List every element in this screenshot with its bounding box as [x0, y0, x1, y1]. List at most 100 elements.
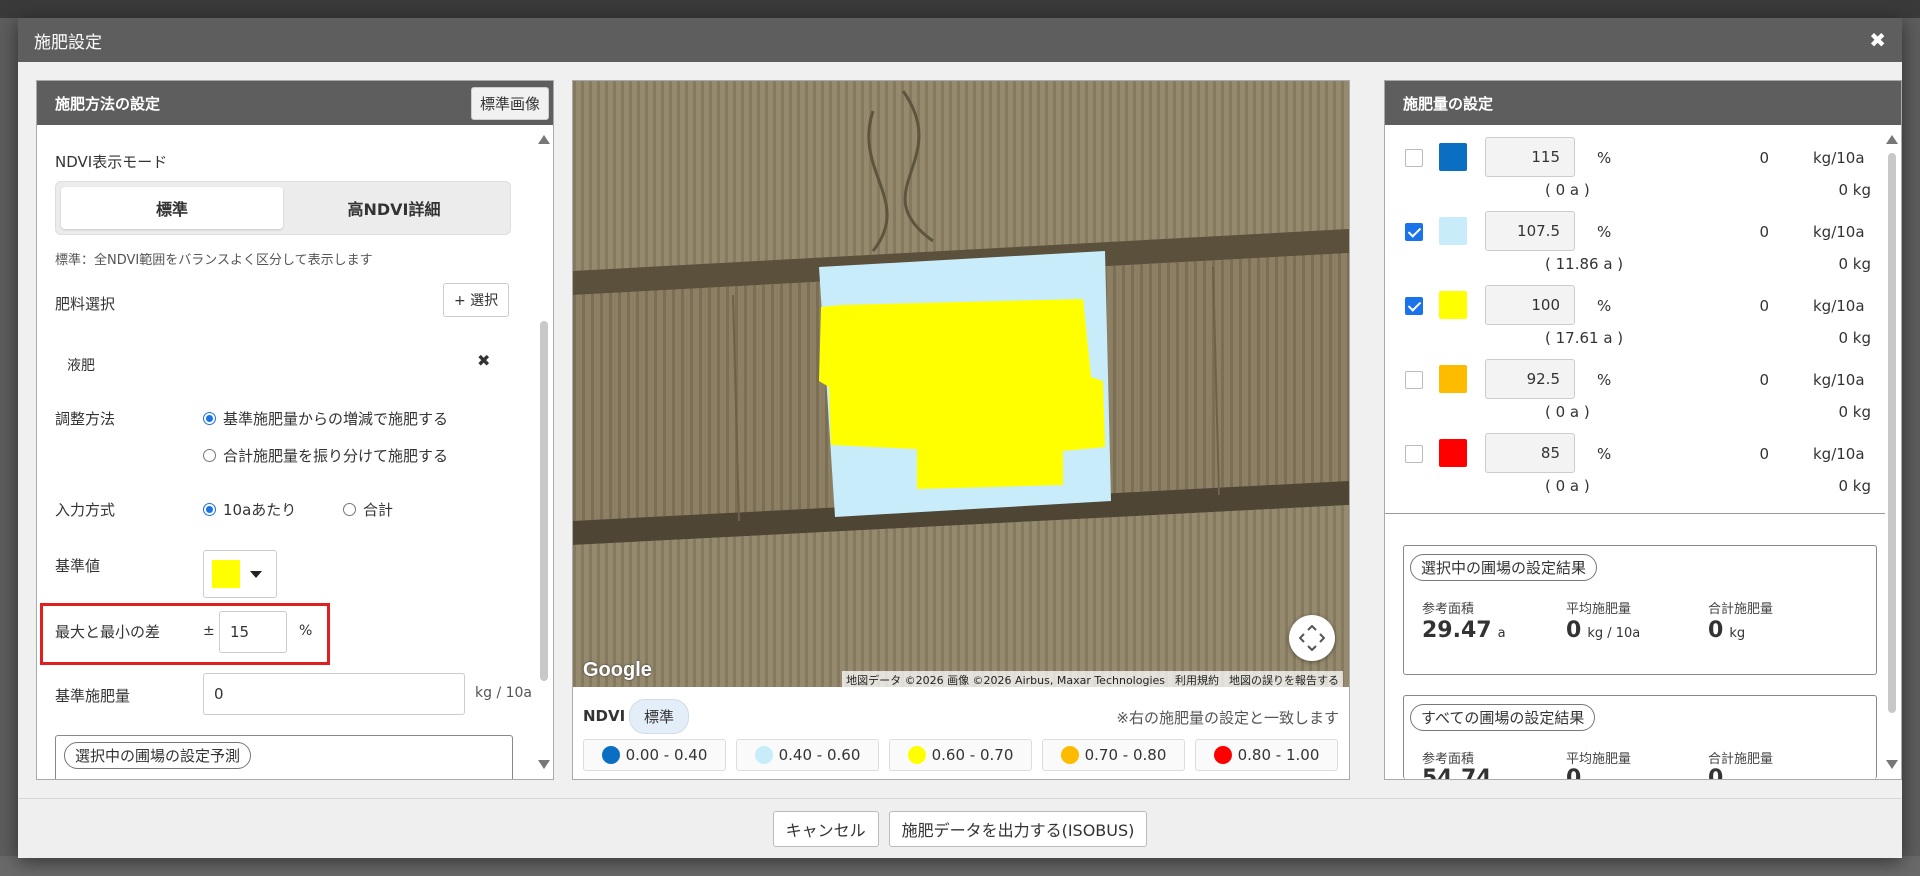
rate-divider — [1385, 513, 1885, 514]
rate-row-total: 0 kg — [1838, 403, 1871, 421]
rate-settings-panel: 施肥量の設定 115 % ( 0 a ) 0 kg/10a 0 kg 107.5… — [1384, 80, 1902, 780]
remove-fertilizer-icon[interactable]: ✖ — [477, 351, 490, 370]
adjust-option-distribute[interactable]: 合計施肥量を振り分けて施肥する — [203, 445, 448, 466]
standard-image-button[interactable]: 標準画像 — [470, 86, 549, 120]
rate-row-percent-input[interactable]: 85 — [1485, 433, 1575, 473]
legend-dot — [1060, 746, 1079, 764]
input-option-per-10a-label: 10aあたり — [223, 501, 297, 519]
map-move-button[interactable] — [1289, 615, 1335, 661]
input-option-per-10a[interactable]: 10aあたり — [203, 499, 296, 520]
selected-total-unit: kg — [1729, 626, 1746, 641]
percent-unit: % — [1597, 445, 1612, 463]
satellite-imagery — [573, 81, 1349, 687]
modal-footer: キャンセル 施肥データを出力する(ISOBUS) — [18, 798, 1902, 858]
legend-item: 0.60 - 0.70 — [889, 739, 1032, 771]
chevron-down-icon — [250, 570, 262, 578]
rate-row-checkbox[interactable] — [1405, 445, 1423, 463]
rate-row-swatch — [1439, 439, 1467, 467]
legend-dot — [601, 746, 620, 764]
scroll-up-icon[interactable] — [1886, 135, 1898, 144]
cancel-button[interactable]: キャンセル — [772, 810, 879, 847]
rate-row-percent-input[interactable]: 115 — [1485, 137, 1575, 177]
rate-row: 115 % ( 0 a ) 0 kg/10a 0 kg — [1385, 125, 1885, 199]
scroll-down-icon[interactable] — [538, 760, 550, 769]
left-scrollbar[interactable] — [537, 129, 551, 775]
terms-link[interactable]: 利用規約 — [1175, 672, 1219, 687]
all-avg-label: 平均施肥量 — [1566, 752, 1632, 767]
legend-label: 0.70 - 0.80 — [1084, 746, 1167, 764]
rate-row-swatch — [1439, 217, 1467, 245]
export-isobus-button[interactable]: 施肥データを出力する(ISOBUS) — [888, 810, 1148, 847]
ndvi-mode-high-detail[interactable]: 高NDVI詳細 — [283, 187, 505, 229]
rate-row-percent-input[interactable]: 107.5 — [1485, 211, 1575, 251]
rate-row: 100 % ( 17.61 a ) 0 kg/10a 0 kg — [1385, 273, 1885, 347]
rate-row-checkbox[interactable] — [1405, 297, 1423, 315]
all-total-label: 合計施肥量 — [1708, 752, 1774, 767]
rate-row-percent-input[interactable]: 100 — [1485, 285, 1575, 325]
all-area-label: 参考面積 — [1422, 752, 1475, 767]
select-fertilizer-button[interactable]: + 選択 — [443, 283, 510, 317]
right-scrollbar[interactable] — [1885, 129, 1899, 775]
rate-row-checkbox[interactable] — [1405, 149, 1423, 167]
rate-row-checkbox[interactable] — [1405, 371, 1423, 389]
scroll-thumb[interactable] — [540, 321, 548, 681]
rate-row-swatch — [1439, 291, 1467, 319]
satellite-map[interactable]: Google 地図データ ©2026 画像 ©2026 Airbus, Maxa… — [573, 81, 1349, 687]
report-error-link[interactable]: 地図の誤りを報告する — [1229, 672, 1339, 687]
rate-row-total: 0 kg — [1838, 329, 1871, 347]
adjust-method-label: 調整方法 — [55, 410, 116, 428]
ndvi-mode-toggle: 標準 高NDVI詳細 — [55, 181, 511, 235]
ndvi-mode-badge: 標準 — [629, 699, 690, 734]
legend-dot — [1213, 746, 1232, 764]
all-avg-value: 0 — [1566, 766, 1582, 779]
scroll-down-icon[interactable] — [1886, 760, 1898, 769]
percent-unit: % — [1597, 149, 1612, 167]
rate-row-rate: 0 — [1759, 297, 1769, 315]
rate-row-total: 0 kg — [1838, 181, 1871, 199]
base-value-label: 基準値 — [55, 557, 101, 575]
selected-result-box: 選択中の圃場の設定結果 参考面積 29.47 a 平均施肥量 0 kg / 10a … — [1403, 545, 1877, 675]
diff-input[interactable]: 15 — [219, 611, 287, 653]
selected-area-label: 参考面積 — [1422, 602, 1475, 617]
base-amount-unit: kg / 10a — [475, 685, 533, 701]
rate-row-area: ( 17.61 a ) — [1545, 329, 1624, 347]
rate-row-percent-input[interactable]: 92.5 — [1485, 359, 1575, 399]
background-app-footer — [0, 856, 1920, 876]
close-icon[interactable]: ✖ — [1869, 28, 1886, 52]
input-option-total-label: 合計 — [363, 501, 394, 519]
ndvi-sync-note: ※右の施肥量の設定と一致します — [1116, 709, 1339, 727]
method-settings-header: 施肥方法の設定 標準画像 — [37, 81, 553, 125]
legend-dot — [907, 746, 926, 764]
legend-item: 0.70 - 0.80 — [1042, 739, 1185, 771]
selected-total-value: 0 kg — [1708, 618, 1745, 643]
base-amount-input[interactable]: 0 — [203, 673, 465, 715]
rate-row-rate: 0 — [1759, 223, 1769, 241]
rate-row: 85 % ( 0 a ) 0 kg/10a 0 kg — [1385, 421, 1885, 495]
selected-avg-number: 0 — [1566, 618, 1582, 643]
selected-result-title: 選択中の圃場の設定結果 — [1410, 554, 1598, 581]
diff-plus-minus: ± — [203, 623, 215, 639]
selected-avg-value: 0 kg / 10a — [1566, 618, 1640, 643]
legend-dot — [754, 746, 773, 764]
legend-label: 0.40 - 0.60 — [778, 746, 861, 764]
all-result-title: すべての圃場の設定結果 — [1410, 704, 1596, 731]
ndvi-mode-label: NDVI表示モード — [55, 153, 168, 171]
ndvi-mode-standard[interactable]: 標準 — [61, 187, 283, 229]
rate-row-total: 0 kg — [1838, 477, 1871, 495]
input-option-total[interactable]: 合計 — [343, 499, 393, 520]
rate-row-rate-unit: kg/10a — [1813, 297, 1865, 315]
rate-row-rate-unit: kg/10a — [1813, 371, 1865, 389]
percent-unit: % — [1597, 223, 1612, 241]
rate-row-rate: 0 — [1759, 445, 1769, 463]
rate-row-checkbox[interactable] — [1405, 223, 1423, 241]
scroll-thumb[interactable] — [1888, 153, 1896, 713]
scroll-up-icon[interactable] — [538, 135, 550, 144]
diff-unit: % — [299, 623, 313, 639]
adjust-option-distribute-label: 合計施肥量を振り分けて施肥する — [223, 447, 449, 465]
base-color-dropdown[interactable] — [203, 550, 277, 598]
ndvi-label: NDVI — [583, 707, 626, 725]
input-method-label: 入力方式 — [55, 501, 116, 519]
method-settings-scroll: NDVI表示モード 標準 高NDVI詳細 標準：全NDVI範囲をバランスよく区分… — [37, 125, 537, 779]
rate-row-area: ( 11.86 a ) — [1545, 255, 1624, 273]
adjust-option-increase[interactable]: 基準施肥量からの増減で施肥する — [203, 408, 448, 429]
